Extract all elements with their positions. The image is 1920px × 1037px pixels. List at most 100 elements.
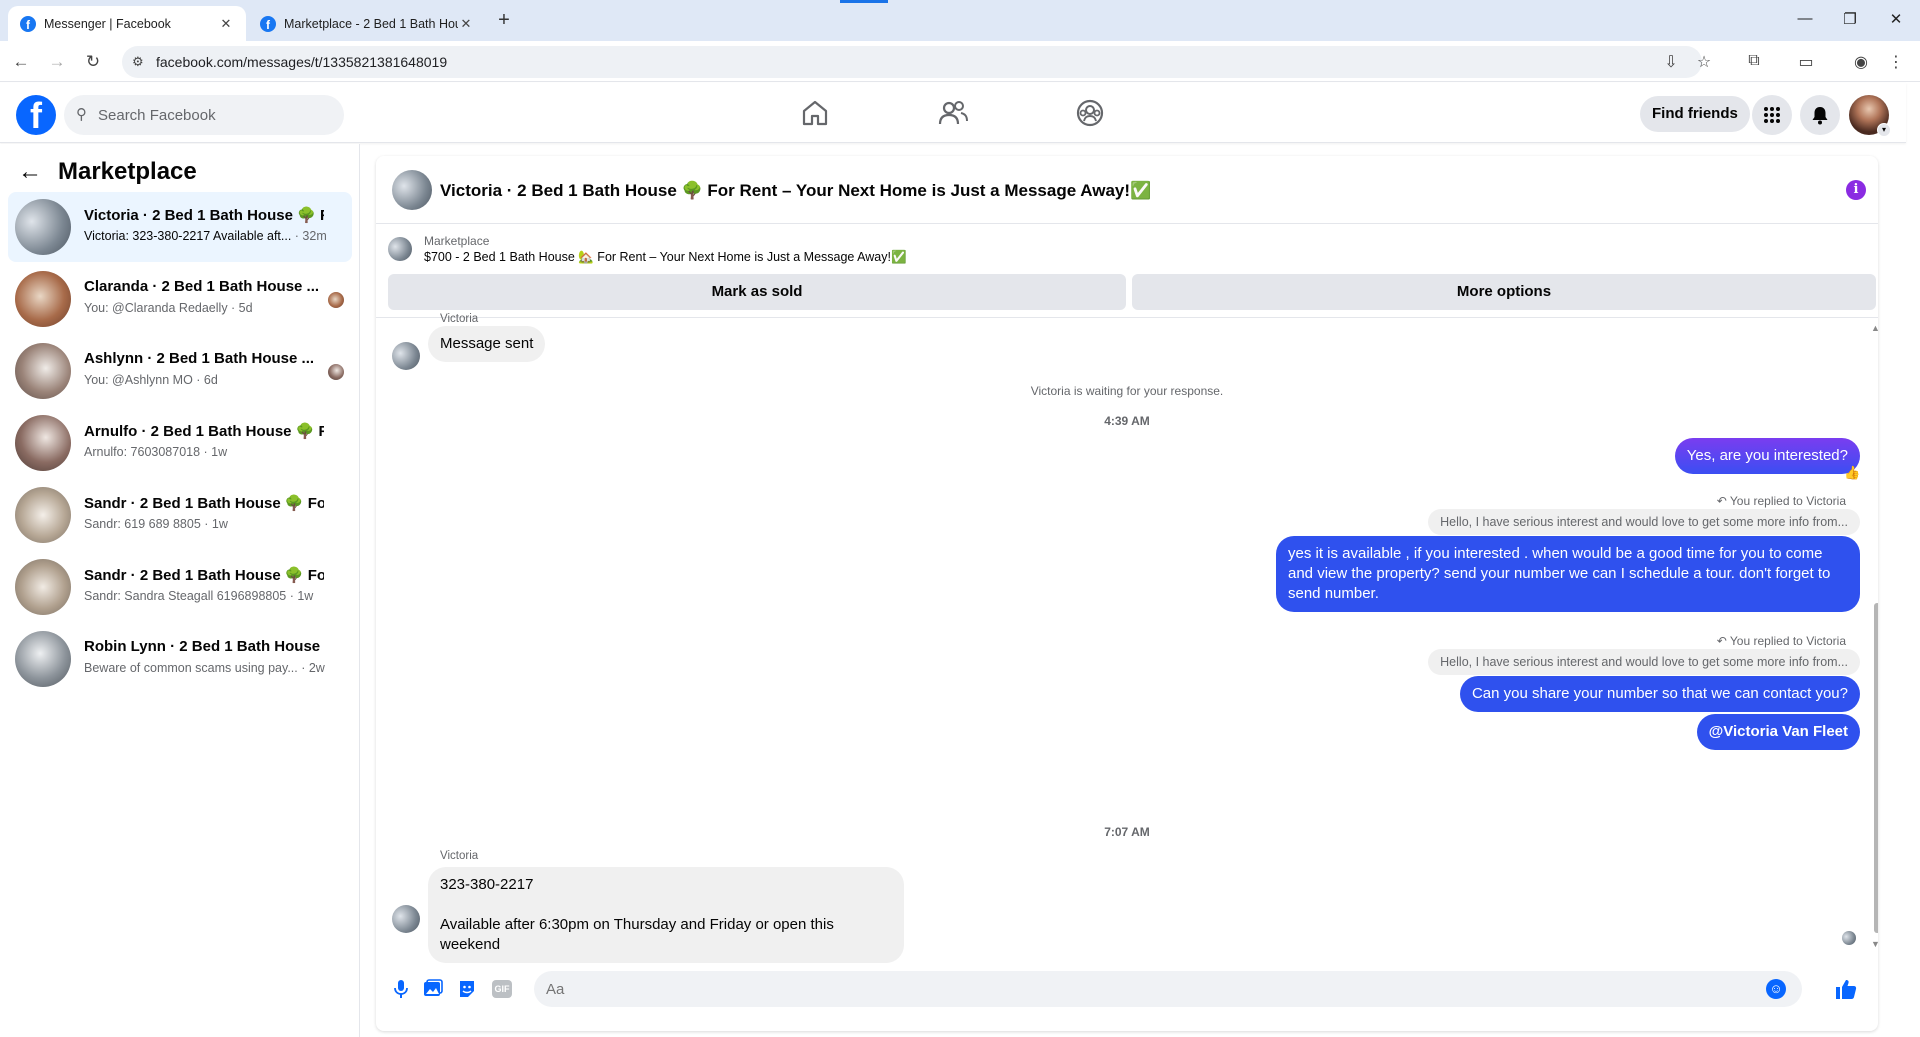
quoted-message[interactable]: Hello, I have serious interest and would… [1428,509,1860,535]
tab-indicator [840,0,888,3]
conversation-preview: Arnulfo: 7603087018 · 1w [84,445,334,459]
message-bubble[interactable]: yes it is available , if you interested … [1276,536,1860,612]
preview-time: · 6d [192,373,218,387]
message-bubble[interactable]: Can you share your number so that we can… [1459,676,1860,712]
restore-icon[interactable]: ❐ [1838,10,1862,28]
facebook-header: f ⚲ Find friends ▾ [0,83,1906,143]
browser-tab-bar: f Messenger | Facebook ✕ f Marketplace -… [0,0,1920,41]
mark-as-sold-button[interactable]: Mark as sold [388,274,1126,310]
chat-title[interactable]: Victoria · 2 Bed 1 Bath House 🌳 For Rent… [440,181,1151,201]
conversation-thumbnail [15,487,71,543]
message-line: Available after 6:30pm on Thursday and F… [440,916,834,953]
tab-marketplace[interactable]: f Marketplace - 2 Bed 1 Bath House ✕ [248,6,486,41]
listing-avatar [388,237,412,261]
conversation-thumbnail [15,415,71,471]
search-icon: ⚲ [76,106,87,123]
scrollbar[interactable]: ▲ ▼ [1871,323,1878,953]
message-composer: GIF ☺ [376,956,1878,1031]
preview-text: Sandr: 619 689 8805 [84,517,201,531]
account-avatar[interactable]: ▾ [1849,95,1891,137]
seen-avatar [1842,931,1856,945]
like-thumb-icon[interactable] [1834,977,1858,1001]
reply-label-text: You replied to Victoria [1729,494,1846,508]
sender-name: Victoria [440,850,479,862]
quoted-message[interactable]: Hello, I have serious interest and would… [1428,649,1860,675]
microphone-icon[interactable] [390,978,412,1000]
timestamp: 7:07 AM [1104,825,1150,839]
new-tab-icon[interactable]: + [492,9,516,32]
window-close-icon[interactable]: ✕ [1884,10,1908,28]
sidebar: ← Marketplace Victoria · 2 Bed 1 Bath Ho… [0,144,360,1037]
message-input-box[interactable]: ☺ [534,971,1802,1007]
menu-dots-icon[interactable]: ⋮ [1885,52,1907,72]
preview-time: · 1w [286,589,314,603]
conversation-item[interactable]: Victoria · 2 Bed 1 Bath House 🌳 F... Vic… [8,192,352,262]
minimize-icon[interactable]: — [1793,10,1817,27]
gif-icon[interactable]: GIF [492,980,512,998]
message-bubble[interactable]: 323-380-2217 Available after 6:30pm on T… [428,867,904,963]
install-icon[interactable]: ⇩ [1660,52,1682,72]
scrollbar-thumb[interactable] [1874,603,1878,933]
preview-text: Beware of common scams using pay... [84,661,298,675]
sender-avatar [392,342,420,370]
home-icon[interactable] [799,97,831,129]
preview-text: You: @Ashlynn MO [84,373,193,387]
reply-label-text: You replied to Victoria [1729,634,1846,648]
listing-title[interactable]: $700 - 2 Bed 1 Bath House 🏡 For Rent – Y… [424,250,907,265]
cast-icon[interactable]: ▭ [1795,52,1817,72]
conversation-item[interactable]: Robin Lynn · 2 Bed 1 Bath House ... Bewa… [8,624,352,694]
search-box[interactable]: ⚲ [64,95,344,135]
forward-icon[interactable]: → [46,51,68,73]
search-input[interactable] [98,95,328,135]
scroll-up-icon[interactable]: ▲ [1871,323,1878,333]
conversation-title: Sandr · 2 Bed 1 Bath House 🌳 For ... [84,495,324,512]
reload-icon[interactable]: ↻ [82,51,104,73]
facebook-favicon-icon: f [20,15,36,32]
tab-messenger[interactable]: f Messenger | Facebook ✕ [8,6,246,41]
find-friends-button[interactable]: Find friends [1640,96,1750,132]
back-arrow-icon[interactable]: ← [18,158,42,186]
conversation-item[interactable]: Ashlynn · 2 Bed 1 Bath House ... You: @A… [8,336,352,406]
reply-label: ↶ You replied to Victoria [1716,634,1846,648]
mention-bubble[interactable]: @Victoria Van Fleet [1696,714,1860,750]
facebook-logo-icon[interactable]: f [16,95,56,135]
message-input[interactable] [546,971,1726,1007]
sender-name: Victoria [440,313,479,325]
back-icon[interactable]: ← [10,51,32,73]
site-info-icon[interactable]: ⚙ [132,54,144,70]
preview-text: Sandr: Sandra Steagall 6196898805 [84,589,287,603]
bookmark-star-icon[interactable]: ☆ [1693,52,1715,72]
url-field[interactable]: ⚙ facebook.com/messages/t/13358213816480… [122,46,1702,78]
friends-icon[interactable] [937,97,969,129]
conversation-item[interactable]: Arnulfo · 2 Bed 1 Bath House 🌳 F... Arnu… [8,408,352,478]
conversation-item[interactable]: Claranda · 2 Bed 1 Bath House ... You: @… [8,264,352,334]
preview-time: · 5d [227,301,253,315]
scroll-down-icon[interactable]: ▼ [1871,939,1878,949]
conversation-preview: You: @Claranda Redaelly · 5d [84,301,334,315]
emoji-icon[interactable]: ☺ [1766,979,1786,999]
close-icon[interactable]: ✕ [458,16,474,32]
menu-grid-button[interactable] [1752,95,1792,135]
groups-icon[interactable] [1074,97,1106,129]
conversation-item[interactable]: Sandr · 2 Bed 1 Bath House 🌳 For ... San… [8,552,352,622]
message-bubble[interactable]: Message sent [428,326,546,362]
conversation-preview: You: @Ashlynn MO · 6d [84,373,334,387]
notifications-button[interactable] [1800,95,1840,135]
preview-text: Victoria: 323-380-2217 Available aft... [84,229,292,243]
reaction-emoji-icon[interactable]: 👍 [1844,465,1860,481]
chat-avatar[interactable] [392,170,432,210]
preview-time: · 32m [291,229,327,243]
info-icon[interactable]: i [1846,180,1866,200]
photo-icon[interactable] [422,978,444,1000]
conversation-preview: Sandr: Sandra Steagall 6196898805 · 1w [84,589,334,603]
reply-label: ↶ You replied to Victoria [1716,494,1846,508]
seen-avatar [328,292,344,308]
message-bubble[interactable]: Yes, are you interested? [1674,438,1860,474]
close-icon[interactable]: ✕ [218,16,234,32]
profile-icon[interactable]: ◉ [1850,52,1872,72]
sticker-icon[interactable] [456,978,478,1000]
preview-text: You: @Claranda Redaelly [84,301,228,315]
extensions-icon[interactable]: ⧉ [1743,52,1765,70]
more-options-button[interactable]: More options [1132,274,1876,310]
conversation-item[interactable]: Sandr · 2 Bed 1 Bath House 🌳 For ... San… [8,480,352,550]
